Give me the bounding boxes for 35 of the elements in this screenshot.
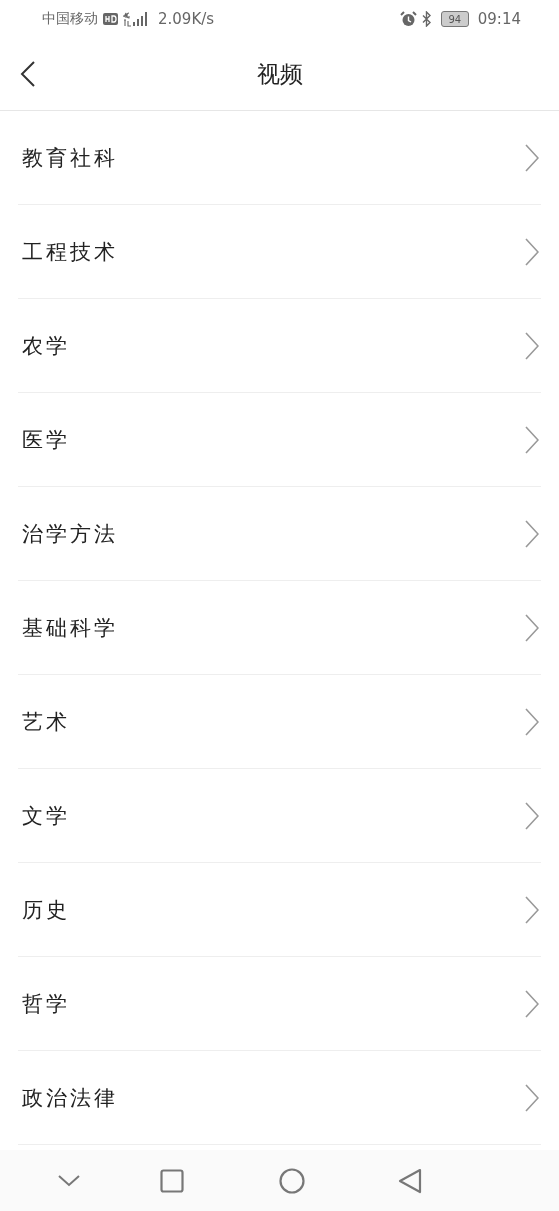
chevron-right-icon	[525, 1083, 539, 1112]
category-item[interactable]: 哲学	[18, 957, 541, 1051]
category-item[interactable]: 政治法律	[18, 1051, 541, 1145]
page-title: 视频	[256, 59, 303, 89]
category-item[interactable]: 文学	[18, 769, 541, 863]
hd-icon	[103, 13, 118, 25]
category-item[interactable]: 医学	[18, 393, 541, 487]
chevron-down-icon[interactable]	[58, 1174, 80, 1187]
category-item[interactable]: 工程技术	[18, 205, 541, 299]
signal-icon	[123, 11, 149, 27]
alarm-icon	[399, 11, 417, 27]
clock-time: 09:14	[477, 10, 521, 28]
category-item[interactable]: 农学	[18, 299, 541, 393]
battery-icon: 94	[440, 11, 469, 27]
bluetooth-icon	[421, 11, 432, 27]
chevron-right-icon	[525, 989, 539, 1018]
chevron-right-icon	[525, 425, 539, 454]
triangle-left-icon[interactable]	[398, 1167, 422, 1194]
chevron-right-icon	[525, 519, 539, 548]
category-item[interactable]: 艺术	[18, 675, 541, 769]
category-item[interactable]: 历史	[18, 863, 541, 957]
category-item[interactable]: 基础科学	[18, 581, 541, 675]
carrier-name: 中国移动	[42, 10, 98, 28]
chevron-right-icon	[525, 801, 539, 830]
chevron-right-icon	[525, 613, 539, 642]
category-item[interactable]: 教育社科	[18, 111, 541, 205]
chevron-right-icon	[525, 895, 539, 924]
network-speed: 2.09K/s	[158, 10, 215, 28]
chevron-right-icon	[525, 237, 539, 266]
circle-icon[interactable]	[279, 1167, 305, 1194]
chevron-right-icon	[525, 143, 539, 172]
category-item[interactable]: 治学方法	[18, 487, 541, 581]
chevron-right-icon	[525, 707, 539, 736]
chevron-right-icon	[525, 331, 539, 360]
square-icon[interactable]	[160, 1168, 184, 1193]
